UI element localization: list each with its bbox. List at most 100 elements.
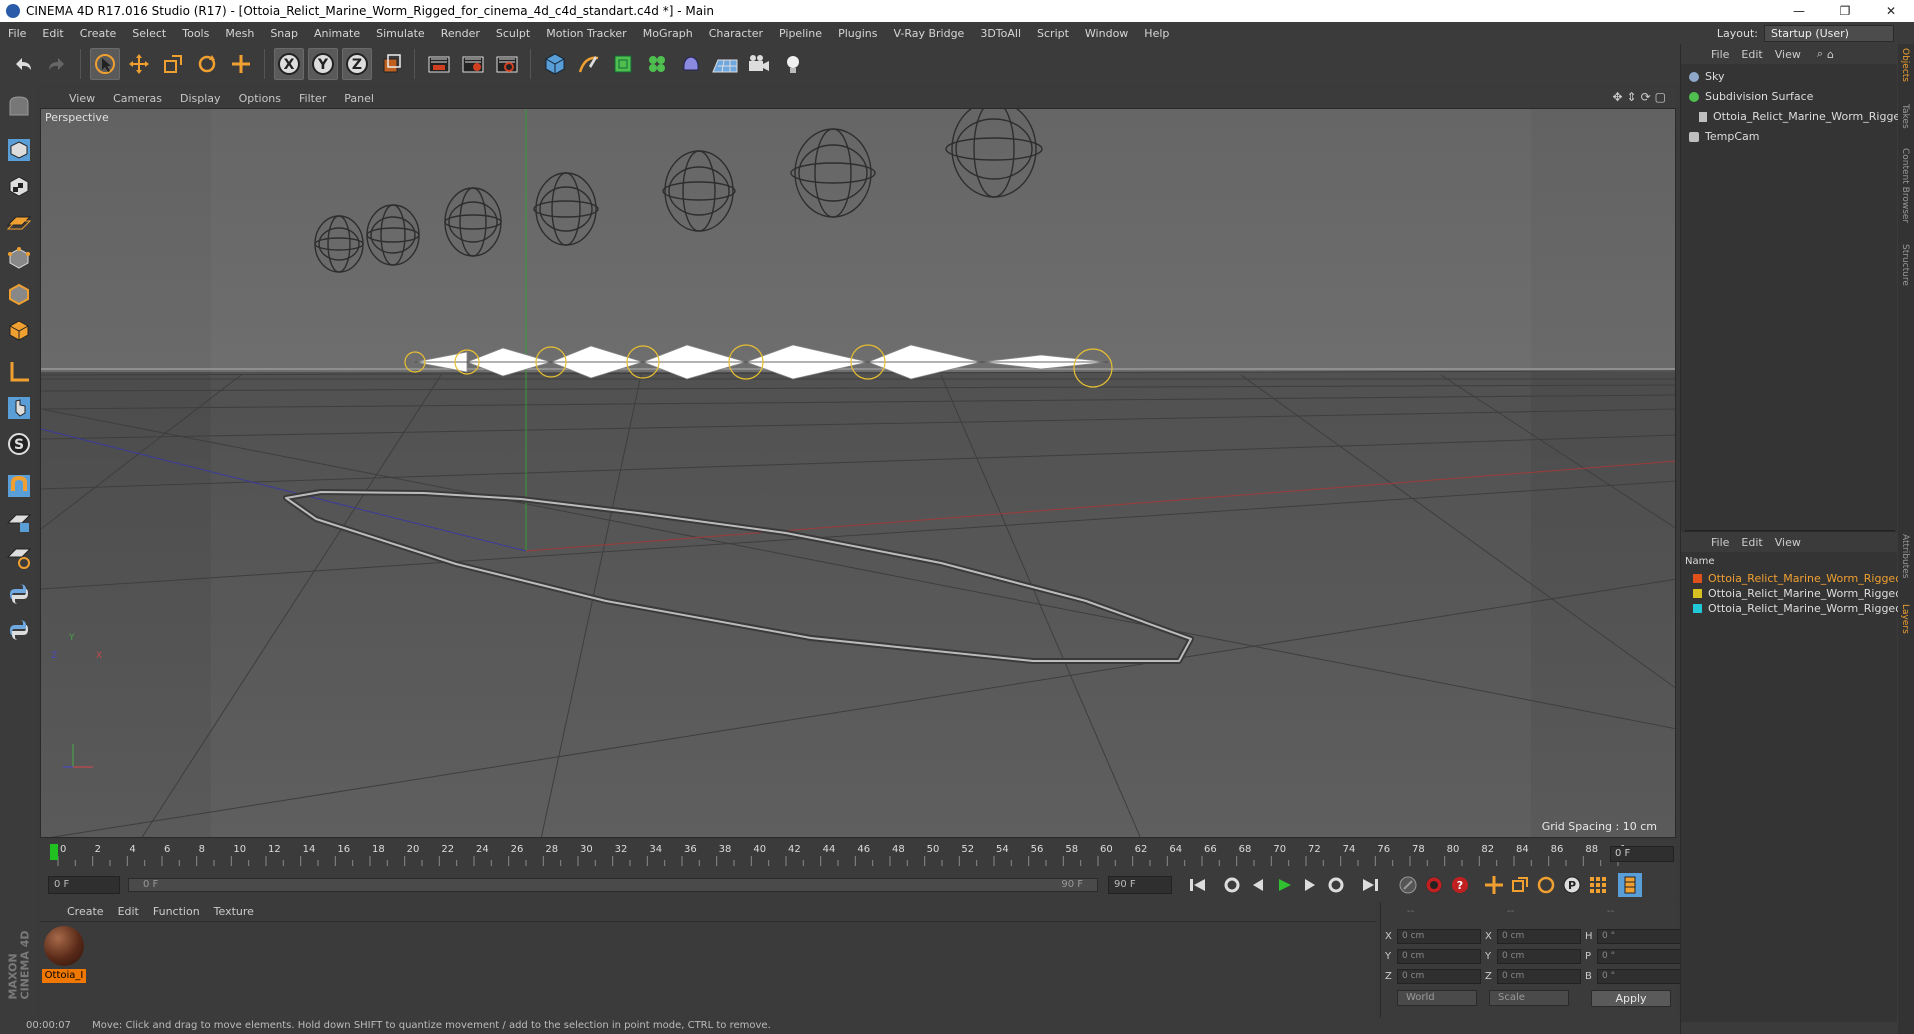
layer-row[interactable]: Ottoia_Relict_Marine_Worm_Rigged bbox=[1693, 602, 1902, 615]
tab-content-browser[interactable]: Content Browser bbox=[1900, 148, 1910, 223]
menu-mograph[interactable]: MoGraph bbox=[635, 27, 701, 40]
play-forward-icon[interactable] bbox=[1272, 873, 1296, 897]
motion-record-icon[interactable] bbox=[1396, 873, 1420, 897]
minimize-button[interactable]: — bbox=[1776, 0, 1822, 22]
material-menu-texture[interactable]: Texture bbox=[207, 905, 261, 918]
current-frame-field[interactable]: 0 F bbox=[48, 876, 120, 894]
key-pla-icon[interactable] bbox=[1586, 873, 1610, 897]
tab-layers[interactable]: Layers bbox=[1900, 604, 1910, 634]
dolly-view-icon[interactable]: ⇕ bbox=[1627, 90, 1637, 104]
subdivision-icon[interactable] bbox=[608, 48, 638, 80]
viewport-menu-display[interactable]: Display bbox=[171, 92, 230, 105]
scale-icon[interactable] bbox=[158, 48, 188, 80]
previous-frame-icon[interactable] bbox=[1246, 873, 1270, 897]
menu-script[interactable]: Script bbox=[1029, 27, 1077, 40]
viewport-menu-options[interactable]: Options bbox=[230, 92, 290, 105]
key-rotation-icon[interactable] bbox=[1534, 873, 1558, 897]
x-axis-icon[interactable]: X bbox=[274, 48, 304, 80]
undo-icon[interactable] bbox=[8, 48, 38, 80]
menu-animate[interactable]: Animate bbox=[306, 27, 368, 40]
axis-mode-icon[interactable] bbox=[4, 356, 34, 388]
tweak-mode-icon[interactable] bbox=[4, 392, 34, 424]
snap-icon[interactable]: S bbox=[4, 428, 34, 460]
transform-icon[interactable] bbox=[226, 48, 256, 80]
render-settings-icon[interactable] bbox=[492, 48, 522, 80]
menu-3dtoall[interactable]: 3DToAll bbox=[972, 27, 1029, 40]
object-row-tempcam[interactable]: TempCam bbox=[1689, 130, 1759, 143]
toggle-views-icon[interactable]: ▢ bbox=[1655, 90, 1666, 104]
select-arrow-icon[interactable] bbox=[90, 48, 120, 80]
apply-button[interactable]: Apply bbox=[1591, 990, 1671, 1007]
redo-icon[interactable] bbox=[42, 48, 72, 80]
workplane-icon[interactable] bbox=[4, 206, 34, 238]
objects-menu-file[interactable]: File bbox=[1705, 48, 1735, 61]
world-dropdown[interactable]: World bbox=[1397, 990, 1477, 1006]
menu-vray-bridge[interactable]: V-Ray Bridge bbox=[885, 27, 972, 40]
material-menu-edit[interactable]: Edit bbox=[111, 905, 146, 918]
deformer-icon[interactable] bbox=[676, 48, 706, 80]
maximize-button[interactable]: ❐ bbox=[1822, 0, 1868, 22]
rotation-h-field[interactable]: 0 ° bbox=[1597, 929, 1681, 944]
menu-motion-tracker[interactable]: Motion Tracker bbox=[538, 27, 634, 40]
autokey-icon[interactable]: ? bbox=[1448, 873, 1472, 897]
scale-dropdown[interactable]: Scale bbox=[1489, 990, 1569, 1006]
objects-menu-view[interactable]: View bbox=[1769, 48, 1807, 61]
layer-row[interactable]: Ottoia_Relict_Marine_Worm_Rigged bbox=[1693, 572, 1902, 585]
next-frame-icon[interactable] bbox=[1298, 873, 1322, 897]
lock-workplane-icon[interactable] bbox=[4, 506, 34, 538]
cube-icon[interactable] bbox=[540, 48, 570, 80]
edges-mode-icon[interactable] bbox=[4, 278, 34, 310]
magnet-icon[interactable] bbox=[4, 470, 34, 502]
timeline-ruler[interactable]: 0 2 4 6 8 10 12 14 16 18 20 22 24 26 28 30 32 34 36 38 40 42 4… bbox=[40, 840, 1676, 870]
layers-menu-file[interactable]: File bbox=[1705, 536, 1735, 549]
menu-sculpt[interactable]: Sculpt bbox=[488, 27, 538, 40]
menu-create[interactable]: Create bbox=[72, 27, 125, 40]
menu-render[interactable]: Render bbox=[433, 27, 488, 40]
menu-window[interactable]: Window bbox=[1077, 27, 1136, 40]
viewport-menu-view[interactable]: View bbox=[60, 92, 104, 105]
previous-key-icon[interactable] bbox=[1220, 873, 1244, 897]
menu-mesh[interactable]: Mesh bbox=[217, 27, 262, 40]
position-z-field[interactable]: 0 cm bbox=[1397, 969, 1481, 984]
rotate-view-icon[interactable]: ⟳ bbox=[1641, 90, 1651, 104]
layout-dropdown[interactable]: Startup (User) bbox=[1764, 25, 1894, 42]
menu-plugins[interactable]: Plugins bbox=[830, 27, 885, 40]
playhead-marker[interactable] bbox=[50, 844, 58, 860]
solo-mode-icon[interactable] bbox=[4, 542, 34, 574]
menu-pipeline[interactable]: Pipeline bbox=[771, 27, 830, 40]
go-to-start-icon[interactable] bbox=[1186, 873, 1210, 897]
layer-row[interactable]: Ottoia_Relict_Marine_Worm_Rigged bbox=[1693, 587, 1902, 600]
size-z-field[interactable]: 0 cm bbox=[1497, 969, 1581, 984]
timeline-frame-field[interactable]: 0 F bbox=[1610, 846, 1674, 862]
coordinate-system-icon[interactable] bbox=[376, 48, 406, 80]
max-frame-field[interactable]: 90 F bbox=[1108, 876, 1172, 894]
size-y-field[interactable]: 0 cm bbox=[1497, 949, 1581, 964]
menu-character[interactable]: Character bbox=[701, 27, 771, 40]
render-view-icon[interactable] bbox=[424, 48, 454, 80]
layers-menu-edit[interactable]: Edit bbox=[1735, 536, 1768, 549]
render-picture-viewer-icon[interactable] bbox=[458, 48, 488, 80]
close-button[interactable]: ✕ bbox=[1868, 0, 1914, 22]
pan-view-icon[interactable]: ✥ bbox=[1612, 90, 1622, 104]
polygons-mode-icon[interactable] bbox=[4, 314, 34, 346]
tab-takes[interactable]: Takes bbox=[1900, 104, 1910, 129]
menu-select[interactable]: Select bbox=[124, 27, 174, 40]
camera-icon[interactable] bbox=[744, 48, 774, 80]
viewport-menu-filter[interactable]: Filter bbox=[290, 92, 335, 105]
key-scale-icon[interactable] bbox=[1508, 873, 1532, 897]
points-mode-icon[interactable] bbox=[4, 242, 34, 274]
tab-attributes[interactable]: Attributes bbox=[1900, 534, 1910, 578]
viewport-menu-cameras[interactable]: Cameras bbox=[104, 92, 171, 105]
light-icon[interactable] bbox=[778, 48, 808, 80]
menu-file[interactable]: File bbox=[0, 27, 34, 40]
material-swatch[interactable]: Ottoia_I bbox=[42, 926, 86, 983]
search-icon[interactable]: ⌕ bbox=[1817, 47, 1823, 61]
tab-objects[interactable]: Objects bbox=[1900, 48, 1910, 82]
y-axis-icon[interactable]: Y bbox=[308, 48, 338, 80]
home-icon[interactable]: ⌂ bbox=[1827, 48, 1834, 61]
python-script-icon[interactable] bbox=[4, 614, 34, 646]
size-x-field[interactable]: 0 cm bbox=[1497, 929, 1581, 944]
key-position-icon[interactable] bbox=[1482, 873, 1506, 897]
position-x-field[interactable]: 0 cm bbox=[1397, 929, 1481, 944]
object-row-subdivision[interactable]: Subdivision Surface bbox=[1689, 90, 1813, 103]
